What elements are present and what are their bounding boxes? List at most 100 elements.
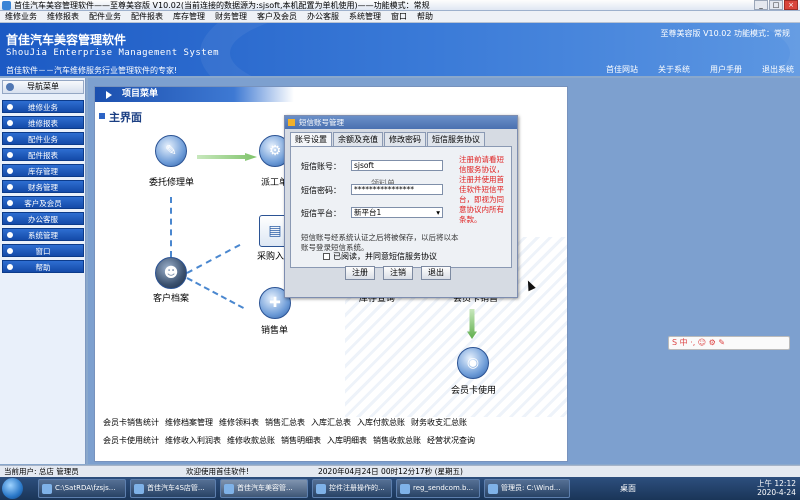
register-button[interactable]: 注册 [345, 266, 375, 280]
website-link[interactable]: 首佳网站 [606, 64, 638, 75]
panel-tab: 项目菜单 [95, 87, 294, 102]
account-input[interactable]: sjsoft [351, 160, 443, 171]
report-link[interactable]: 维修收入利润表 [165, 435, 221, 446]
menu-item[interactable]: 帮助 [412, 11, 438, 22]
taskbar-button[interactable]: 首佳汽车4S店管... [130, 479, 216, 498]
menu-item[interactable]: 配件业务 [84, 11, 126, 22]
taskbar-button[interactable]: 首佳汽车美容管... [220, 479, 308, 498]
password-label: 短信密码： [301, 186, 341, 195]
report-link[interactable]: 销售汇总表 [265, 417, 305, 428]
sms-account-dialog: 短信账号管理 账号设置 余额及充值 修改密码 短信服务协议 领料单 短信账号： … [284, 115, 518, 298]
report-link[interactable]: 会员卡销售统计 [103, 417, 159, 428]
sidebar-item[interactable]: 办公客服 [2, 212, 84, 225]
menu-item[interactable]: 维修报表 [42, 11, 84, 22]
repair-order-icon[interactable]: ✎ [155, 135, 187, 167]
taskbar: C:\SatRDA\fzsjs... 首佳汽车4S店管... 首佳汽车美容管..… [0, 477, 800, 500]
report-link[interactable]: 维修领料表 [219, 417, 259, 428]
exit-link[interactable]: 退出系统 [762, 64, 794, 75]
expand-icon [7, 120, 13, 126]
clock-date: 2020-4-24 [757, 488, 796, 497]
close-button[interactable]: × [784, 0, 798, 10]
account-label: 短信账号： [301, 162, 341, 171]
window-title: 首佳汽车美容管理软件——至尊美容版 V10.02(当前连接的数据源为:sjsof… [14, 1, 430, 10]
flow-connector [170, 197, 172, 257]
expand-icon [7, 232, 13, 238]
menu-item[interactable]: 办公客服 [302, 11, 344, 22]
sidebar-item[interactable]: 系统管理 [2, 228, 84, 241]
menu-item[interactable]: 系统管理 [344, 11, 386, 22]
report-link[interactable]: 入库汇总表 [311, 417, 351, 428]
menu-item[interactable]: 客户及会员 [252, 11, 302, 22]
tab-balance[interactable]: 余额及充值 [333, 132, 383, 146]
tab-account-settings[interactable]: 账号设置 [290, 132, 332, 146]
expand-icon [7, 136, 13, 142]
report-link[interactable]: 销售明细表 [281, 435, 321, 446]
report-link[interactable]: 会员卡使用统计 [103, 435, 159, 446]
report-link[interactable]: 销售收款总账 [373, 435, 421, 446]
menu-item[interactable]: 财务管理 [210, 11, 252, 22]
expand-icon [7, 184, 13, 190]
report-link[interactable]: 入库付款总账 [357, 417, 405, 428]
customer-label[interactable]: 客户档案 [153, 291, 189, 304]
taskbar-button[interactable]: reg_sendcom.b... [396, 479, 480, 498]
chevron-down-icon: ▾ [436, 208, 440, 217]
sidebar-item[interactable]: 维修业务 [2, 100, 84, 113]
flow-connector [186, 277, 244, 309]
sales-label[interactable]: 销售单 [261, 323, 288, 336]
cancel-registration-button[interactable]: 注销 [383, 266, 413, 280]
maximize-button[interactable]: □ [769, 0, 783, 10]
sidebar-item[interactable]: 配件报表 [2, 148, 84, 161]
password-input[interactable]: **************** [351, 184, 443, 195]
taskbar-button[interactable]: 控件注册操作的... [312, 479, 392, 498]
sidebar-header: 导航菜单 [2, 80, 84, 94]
agree-checkbox[interactable]: 已阅读，并同意短信服务协议 [323, 251, 437, 262]
expand-icon [7, 152, 13, 158]
nav-icon [6, 83, 14, 91]
report-link[interactable]: 财务收支汇总账 [411, 417, 467, 428]
report-links-row2: 会员卡使用统计 维修收入利润表 维修收款总账 销售明细表 入库明细表 销售收款总… [103, 435, 481, 446]
customer-icon[interactable]: ☻ [155, 257, 187, 289]
sidebar-item[interactable]: 财务管理 [2, 180, 84, 193]
report-link[interactable]: 维修档案管理 [165, 417, 213, 428]
sidebar-item[interactable]: 帮助 [2, 260, 84, 273]
system-clock[interactable]: 上午 12:12 2020-4-24 [757, 479, 796, 497]
menu-item[interactable]: 维修业务 [0, 11, 42, 22]
ime-toolbar[interactable]: S 中 ·, ☺ ⚙ ✎ [668, 336, 790, 350]
taskbar-button[interactable]: C:\SatRDA\fzsjs... [38, 479, 126, 498]
repair-order-label[interactable]: 委托修理单 [149, 175, 194, 188]
start-button[interactable] [2, 478, 23, 499]
report-links-row1: 会员卡销售统计 维修档案管理 维修领料表 销售汇总表 入库汇总表 入库付款总账 … [103, 417, 473, 428]
version-label: 至尊美容版 V10.02 功能模式：常规 [660, 29, 790, 38]
app-header: 首佳汽车美容管理软件 ShouJia Enterprise Management… [0, 23, 800, 76]
report-link[interactable]: 维修收款总账 [227, 435, 275, 446]
manual-link[interactable]: 用户手册 [710, 64, 742, 75]
sidebar-item[interactable]: 客户及会员 [2, 196, 84, 209]
menu-item[interactable]: 窗口 [386, 11, 412, 22]
app-slogan: 首佳软件－－汽车维修服务行业管理软件的专家! [6, 66, 178, 75]
sidebar-item[interactable]: 库存管理 [2, 164, 84, 177]
platform-select[interactable]: 新平台1 ▾ [351, 207, 443, 218]
window-titlebar: 首佳汽车美容管理软件——至尊美容版 V10.02(当前连接的数据源为:sjsof… [0, 0, 800, 11]
status-bar: 当前用户: 总店 管理员 欢迎使用首佳软件! 2020年04月24日 00时12… [0, 465, 800, 477]
exit-button[interactable]: 退出 [421, 266, 451, 280]
tab-change-password[interactable]: 修改密码 [384, 132, 426, 146]
about-link[interactable]: 关于系统 [658, 64, 690, 75]
show-desktop-label[interactable]: 桌面 [620, 483, 636, 494]
menu-item[interactable]: 库存管理 [168, 11, 210, 22]
menu-bar: 维修业务 维修报表 配件业务 配件报表 库存管理 财务管理 客户及会员 办公客服… [0, 11, 800, 23]
platform-label: 短信平台： [301, 209, 341, 218]
taskbar-button[interactable]: 管理员: C:\Wind... [484, 479, 570, 498]
sidebar-item[interactable]: 窗口 [2, 244, 84, 257]
sogou-ime-icon: S [672, 338, 678, 347]
expand-icon [7, 248, 13, 254]
minimize-button[interactable]: _ [754, 0, 768, 10]
member-use-icon[interactable]: ◉ [457, 347, 489, 379]
dialog-title: 短信账号管理 [285, 116, 517, 129]
tab-sms-agreement[interactable]: 短信服务协议 [427, 132, 485, 146]
sidebar-item[interactable]: 配件业务 [2, 132, 84, 145]
report-link[interactable]: 经营状况查询 [427, 435, 475, 446]
sidebar-item[interactable]: 维修报表 [2, 116, 84, 129]
member-use-label[interactable]: 会员卡使用 [451, 383, 496, 396]
report-link[interactable]: 入库明细表 [327, 435, 367, 446]
menu-item[interactable]: 配件报表 [126, 11, 168, 22]
